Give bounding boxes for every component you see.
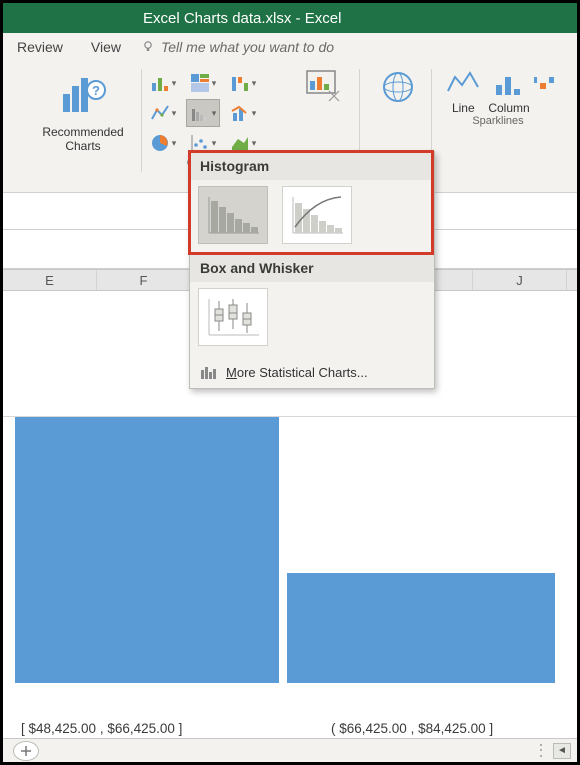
title-bar: Excel Charts data.xlsx - Excel	[3, 3, 577, 33]
pareto-icon	[289, 193, 345, 237]
recommended-charts-button[interactable]: ? Recommended Charts	[38, 67, 127, 153]
group-label-sparklines: Sparklines	[472, 115, 523, 131]
tellme-bulb-icon	[141, 40, 155, 54]
column-header[interactable]: J	[473, 270, 567, 290]
svg-text:?: ?	[92, 83, 100, 98]
recommended-charts-label: Recommended Charts	[42, 125, 123, 153]
chart-plot-area[interactable]	[15, 417, 565, 717]
chart-statistical-dropdown-icon[interactable]: ▾	[186, 99, 220, 127]
sparkline-winloss-button[interactable]	[534, 67, 554, 115]
column-header[interactable]: E	[3, 270, 97, 290]
new-sheet-button[interactable]	[13, 741, 39, 761]
sparkline-column-icon	[492, 67, 526, 99]
histogram-bar	[15, 417, 279, 683]
3d-map-button[interactable]	[374, 67, 422, 107]
column-header[interactable]: F	[97, 270, 191, 290]
pivotchart-button[interactable]	[299, 67, 347, 107]
ribbon-tab-row: Review View Tell me what you want to do	[3, 33, 577, 61]
dropdown-section-histogram: Histogram	[190, 152, 434, 180]
histogram-chart-option[interactable]	[198, 186, 268, 244]
app-frame: Excel Charts data.xlsx - Excel Review Vi…	[0, 0, 580, 765]
chart-hierarchy-dropdown-icon[interactable]: ▾	[186, 69, 220, 97]
more-charts-icon	[200, 364, 218, 380]
chart-line-dropdown-icon[interactable]: ▾	[146, 99, 180, 127]
chart-bar-dropdown-icon[interactable]: ▾	[146, 69, 180, 97]
chart-combo-dropdown-icon[interactable]: ▾	[226, 99, 260, 127]
splitter-handle-icon[interactable]	[537, 743, 545, 759]
chart-waterfall-dropdown-icon[interactable]: ▾	[226, 69, 260, 97]
box-whisker-chart-option[interactable]	[198, 288, 268, 346]
scroll-left-button[interactable]: ◄	[553, 743, 571, 759]
group-recommended-charts: ? Recommended Charts	[23, 67, 143, 188]
tab-view[interactable]: View	[77, 39, 135, 55]
more-charts-label: More Statistical Charts...	[226, 365, 368, 380]
pareto-chart-option[interactable]	[282, 186, 352, 244]
dropdown-section-box-whisker: Box and Whisker	[190, 254, 434, 282]
sparkline-line-button[interactable]: Line	[442, 67, 484, 115]
box-whisker-icon	[205, 295, 261, 339]
sparkline-winloss-icon	[534, 67, 554, 99]
globe-icon	[378, 67, 418, 107]
tellme-text[interactable]: Tell me what you want to do	[161, 39, 334, 55]
recommended-charts-icon: ?	[53, 67, 113, 123]
pivotchart-icon	[303, 67, 343, 107]
group-sparklines: Line Column Sparklines	[433, 67, 563, 188]
group-divider	[141, 69, 142, 172]
statistical-chart-dropdown: Histogram	[189, 151, 435, 389]
histogram-icon	[205, 193, 261, 237]
title-text: Excel Charts data.xlsx - Excel	[143, 10, 341, 27]
histogram-bar	[287, 573, 555, 683]
sheet-tab-bar: ◄	[3, 738, 577, 762]
sparkline-column-button[interactable]: Column	[484, 67, 533, 115]
tab-review[interactable]: Review	[3, 39, 77, 55]
sparkline-line-icon	[446, 67, 480, 99]
plus-icon	[20, 745, 32, 757]
chart-pie-dropdown-icon[interactable]: ▾	[146, 129, 180, 157]
horizontal-scroll-controls: ◄	[537, 743, 577, 759]
more-statistical-charts[interactable]: More Statistical Charts...	[190, 356, 434, 388]
